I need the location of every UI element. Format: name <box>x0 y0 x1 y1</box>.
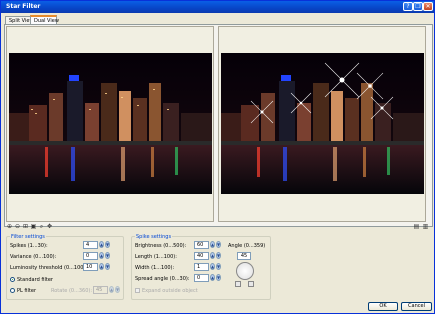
zoom-out-icon[interactable]: ⊖ <box>14 223 21 230</box>
width-input[interactable]: 1 <box>194 263 209 271</box>
tab-dual-view[interactable]: Dual View <box>30 15 59 24</box>
angle-increase-button[interactable] <box>248 281 254 287</box>
original-view[interactable] <box>6 26 214 222</box>
rotate-label: Rotate (0...360): <box>51 288 93 294</box>
magnifier-icon[interactable]: ⌕ <box>38 223 45 230</box>
help-icon: ? <box>406 2 410 10</box>
original-image <box>9 53 212 194</box>
city-night-image <box>9 53 212 194</box>
spike-settings-caption: Spike settings <box>135 234 173 240</box>
zoom-in-icon[interactable]: ⊕ <box>6 223 13 230</box>
rotate-input[interactable]: 45 <box>93 286 108 294</box>
close-icon: ✕ <box>425 2 431 10</box>
spread-angle-input[interactable]: 0 <box>194 274 209 282</box>
luminosity-stepper[interactable]: ▲ ▼ <box>99 263 111 271</box>
expand-outside-checkbox[interactable] <box>135 288 140 293</box>
tab-split-view[interactable]: Split View <box>5 16 34 24</box>
close-button[interactable]: ✕ <box>423 2 433 11</box>
star-filter-window: Star Filter ? ❐ ✕ Split View Dual View ⊕… <box>0 0 435 314</box>
pl-filter-label: PL filter <box>17 288 37 294</box>
restore-icon: ❐ <box>415 2 421 10</box>
title-bar[interactable]: Star Filter ? ❐ ✕ <box>1 1 434 13</box>
length-label: Length (1...100): <box>135 254 177 260</box>
help-button[interactable]: ? <box>403 2 413 11</box>
luminosity-label: Luminosity threshold (0...100): <box>10 265 88 271</box>
luminosity-input[interactable]: 10 <box>83 263 98 271</box>
spread-angle-label: Spread angle (0...30): <box>135 276 190 282</box>
standard-filter-label: Standard filter <box>17 277 53 283</box>
variance-stepper[interactable]: ▲ ▼ <box>99 252 111 260</box>
cancel-button[interactable]: Cancel <box>401 302 432 311</box>
restore-button[interactable]: ❐ <box>413 2 423 11</box>
expand-outside-label: Expand outside object <box>142 288 198 294</box>
variance-input[interactable]: 0 <box>83 252 98 260</box>
pl-filter-radio[interactable] <box>10 288 15 293</box>
variance-label: Variance (0...100): <box>10 254 57 260</box>
width-label: Width (1...100): <box>135 265 175 271</box>
brightness-label: Brightness (0...500): <box>135 243 187 249</box>
actual-size-icon[interactable]: ⊞ <box>22 223 29 230</box>
save-preset-icon[interactable]: ▤ <box>413 223 420 230</box>
angle-dial[interactable] <box>236 262 254 280</box>
spread-angle-stepper[interactable]: ▲ ▼ <box>210 274 222 282</box>
preview-image <box>221 53 424 194</box>
load-preset-icon[interactable]: ▥ <box>422 223 429 230</box>
angle-input[interactable]: 45 <box>237 252 251 260</box>
spikes-input[interactable]: 4 <box>83 241 98 249</box>
width-stepper[interactable]: ▲ ▼ <box>210 263 222 271</box>
city-night-star-image <box>221 53 424 194</box>
rotate-stepper[interactable]: ▲ ▼ <box>109 286 121 294</box>
window-title: Star Filter <box>6 3 41 10</box>
standard-filter-radio[interactable] <box>10 277 15 282</box>
spikes-stepper[interactable]: ▲ ▼ <box>99 241 111 249</box>
filter-settings-caption: Filter settings <box>10 234 46 240</box>
fit-window-icon[interactable]: ▣ <box>30 223 37 230</box>
brightness-stepper[interactable]: ▲ ▼ <box>210 241 222 249</box>
length-input[interactable]: 40 <box>194 252 209 260</box>
angle-decrease-button[interactable] <box>235 281 241 287</box>
spikes-label: Spikes (1...30): <box>10 243 48 249</box>
ok-button[interactable]: OK <box>368 302 398 311</box>
preview-view[interactable] <box>218 26 426 222</box>
hand-pan-icon[interactable]: ✥ <box>46 223 53 230</box>
angle-label: Angle (0...359) <box>228 243 266 249</box>
length-stepper[interactable]: ▲ ▼ <box>210 252 222 260</box>
brightness-input[interactable]: 60 <box>194 241 209 249</box>
